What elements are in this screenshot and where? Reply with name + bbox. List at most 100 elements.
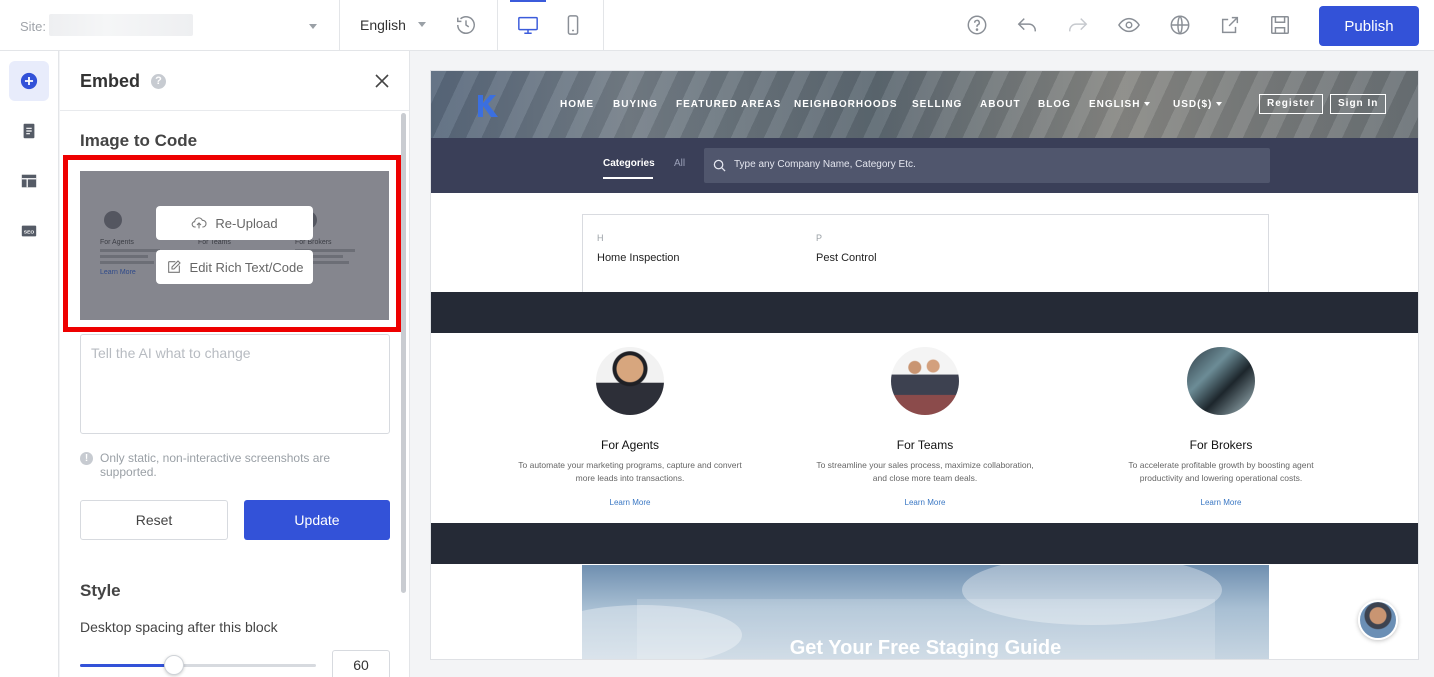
caret-down-icon	[1216, 102, 1223, 107]
search-placeholder: Type any Company Name, Category Etc.	[734, 159, 916, 170]
agent-avatar	[596, 347, 664, 415]
card-title: For Teams	[896, 438, 954, 452]
card-title: For Brokers	[1189, 438, 1253, 452]
save-icon[interactable]	[1268, 13, 1292, 37]
cta-banner: Get Your Free Staging Guide	[582, 565, 1269, 659]
help-icon[interactable]: ?	[151, 74, 166, 89]
card-brokers: For Brokers To accelerate profitable gro…	[1106, 347, 1336, 507]
redo-icon[interactable]	[1066, 13, 1090, 37]
category-pest-control[interactable]: Pest Control	[816, 252, 877, 264]
pages-button[interactable]	[9, 111, 49, 151]
cta-title: Get Your Free Staging Guide	[789, 637, 1062, 659]
seo-icon: SEO	[21, 225, 37, 237]
tab-all[interactable]: All	[674, 158, 685, 169]
tab-categories[interactable]: Categories	[603, 158, 655, 169]
learn-more-link[interactable]: Learn More	[1106, 498, 1336, 507]
edit-label: Edit Rich Text/Code	[189, 259, 304, 275]
directory-search-input[interactable]: Type any Company Name, Category Etc.	[704, 148, 1270, 183]
chevron-down-icon[interactable]	[309, 24, 317, 29]
nav-neighborhoods[interactable]: NEIGHBORHOODS	[794, 99, 898, 110]
publish-button[interactable]: Publish	[1319, 6, 1419, 46]
close-icon[interactable]	[373, 72, 391, 90]
active-device-indicator	[510, 0, 546, 2]
top-toolbar: Site: English Publish	[0, 0, 1434, 51]
spacing-slider[interactable]	[80, 655, 316, 675]
info-icon: !	[80, 452, 93, 465]
edit-rich-text-button[interactable]: Edit Rich Text/Code	[156, 250, 313, 284]
site-select[interactable]	[49, 14, 193, 36]
svg-text:SEO: SEO	[24, 229, 35, 235]
card-description: To automate your marketing programs, cap…	[518, 460, 742, 483]
uploaded-image-thumbnail: For Agents Learn More For Teams For Brok…	[80, 171, 389, 320]
divider	[339, 0, 340, 51]
nav-currency[interactable]: USD($)	[1173, 99, 1223, 110]
divider	[603, 0, 604, 51]
chat-avatar-button[interactable]	[1358, 600, 1398, 640]
directory-search-bar: Categories All Type any Company Name, Ca…	[431, 138, 1418, 193]
thumb-col-title: For Brokers	[295, 239, 332, 246]
add-element-button[interactable]	[9, 61, 49, 101]
reupload-label: Re-Upload	[215, 215, 278, 231]
nav-home[interactable]: HOME	[560, 99, 594, 110]
preview-eye-icon[interactable]	[1117, 13, 1141, 37]
layout-button[interactable]	[9, 161, 49, 201]
sign-in-button[interactable]: Sign In	[1330, 94, 1387, 114]
section-title: Image to Code	[80, 131, 198, 150]
card-agents: For Agents To automate your marketing pr…	[515, 347, 745, 507]
thumb-col-title: For Agents	[100, 239, 134, 246]
reupload-button[interactable]: Re-Upload	[156, 206, 313, 240]
reset-button[interactable]: Reset	[80, 500, 228, 540]
search-icon	[713, 159, 726, 172]
learn-more-link[interactable]: Learn More	[810, 498, 1040, 507]
nav-blog[interactable]: BLOG	[1038, 99, 1071, 110]
slider-fill	[80, 664, 175, 667]
ai-instruction-input[interactable]	[80, 334, 390, 434]
caret-down-icon	[1144, 102, 1151, 107]
chevron-down-icon[interactable]	[418, 22, 426, 27]
category-list: H Home Inspection P Pest Control	[582, 214, 1269, 292]
panel-title: Embed	[80, 71, 141, 91]
nav-featured-areas[interactable]: FEATURED AREAS	[676, 99, 781, 110]
dark-band	[431, 523, 1418, 564]
nav-language-label: ENGLISH	[1089, 99, 1141, 110]
card-title: For Agents	[600, 438, 660, 452]
style-section-title: Style	[80, 581, 121, 600]
register-button[interactable]: Register	[1259, 94, 1324, 114]
nav-buying[interactable]: BUYING	[613, 99, 658, 110]
category-letter: P	[816, 233, 823, 243]
nav-about[interactable]: ABOUT	[980, 99, 1021, 110]
spacing-input[interactable]	[332, 650, 390, 677]
note-text: Only static, non-interactive screenshots…	[100, 451, 331, 479]
edit-icon	[167, 260, 181, 273]
seo-button[interactable]: SEO	[9, 211, 49, 251]
panel-scrollbar[interactable]	[401, 113, 406, 593]
thumb-col-title: For Teams	[198, 239, 231, 246]
left-icon-rail: SEO	[0, 51, 59, 677]
nav-selling[interactable]: SELLING	[912, 99, 962, 110]
share-icon[interactable]	[1218, 13, 1242, 37]
nav-language[interactable]: ENGLISH	[1089, 99, 1151, 110]
spacing-label: Desktop spacing after this block	[80, 619, 278, 635]
site-preview: HOME BUYING FEATURED AREAS NEIGHBORHOODS…	[430, 70, 1419, 660]
desktop-icon[interactable]	[516, 13, 540, 37]
plus-circle-icon	[20, 72, 38, 90]
embed-panel: Embed ? Image to Code For Agents Learn M…	[60, 51, 410, 677]
mobile-icon[interactable]	[561, 13, 585, 37]
cloud-upload-icon	[192, 217, 207, 229]
site-logo[interactable]	[475, 93, 503, 119]
update-button[interactable]: Update	[244, 500, 390, 540]
category-letter: H	[597, 233, 604, 243]
globe-icon[interactable]	[1168, 13, 1192, 37]
history-icon[interactable]	[454, 13, 478, 37]
category-home-inspection[interactable]: Home Inspection	[597, 252, 680, 264]
broker-avatar	[1187, 347, 1255, 415]
help-icon[interactable]	[965, 13, 989, 37]
divider	[497, 0, 498, 51]
undo-icon[interactable]	[1015, 13, 1039, 37]
active-tab-indicator	[603, 177, 653, 179]
card-teams: For Teams To streamline your sales proce…	[810, 347, 1040, 507]
learn-more-link[interactable]: Learn More	[515, 498, 745, 507]
slider-handle[interactable]	[164, 655, 185, 675]
language-select[interactable]: English	[360, 17, 406, 33]
card-description: To streamline your sales process, maximi…	[816, 460, 1034, 483]
